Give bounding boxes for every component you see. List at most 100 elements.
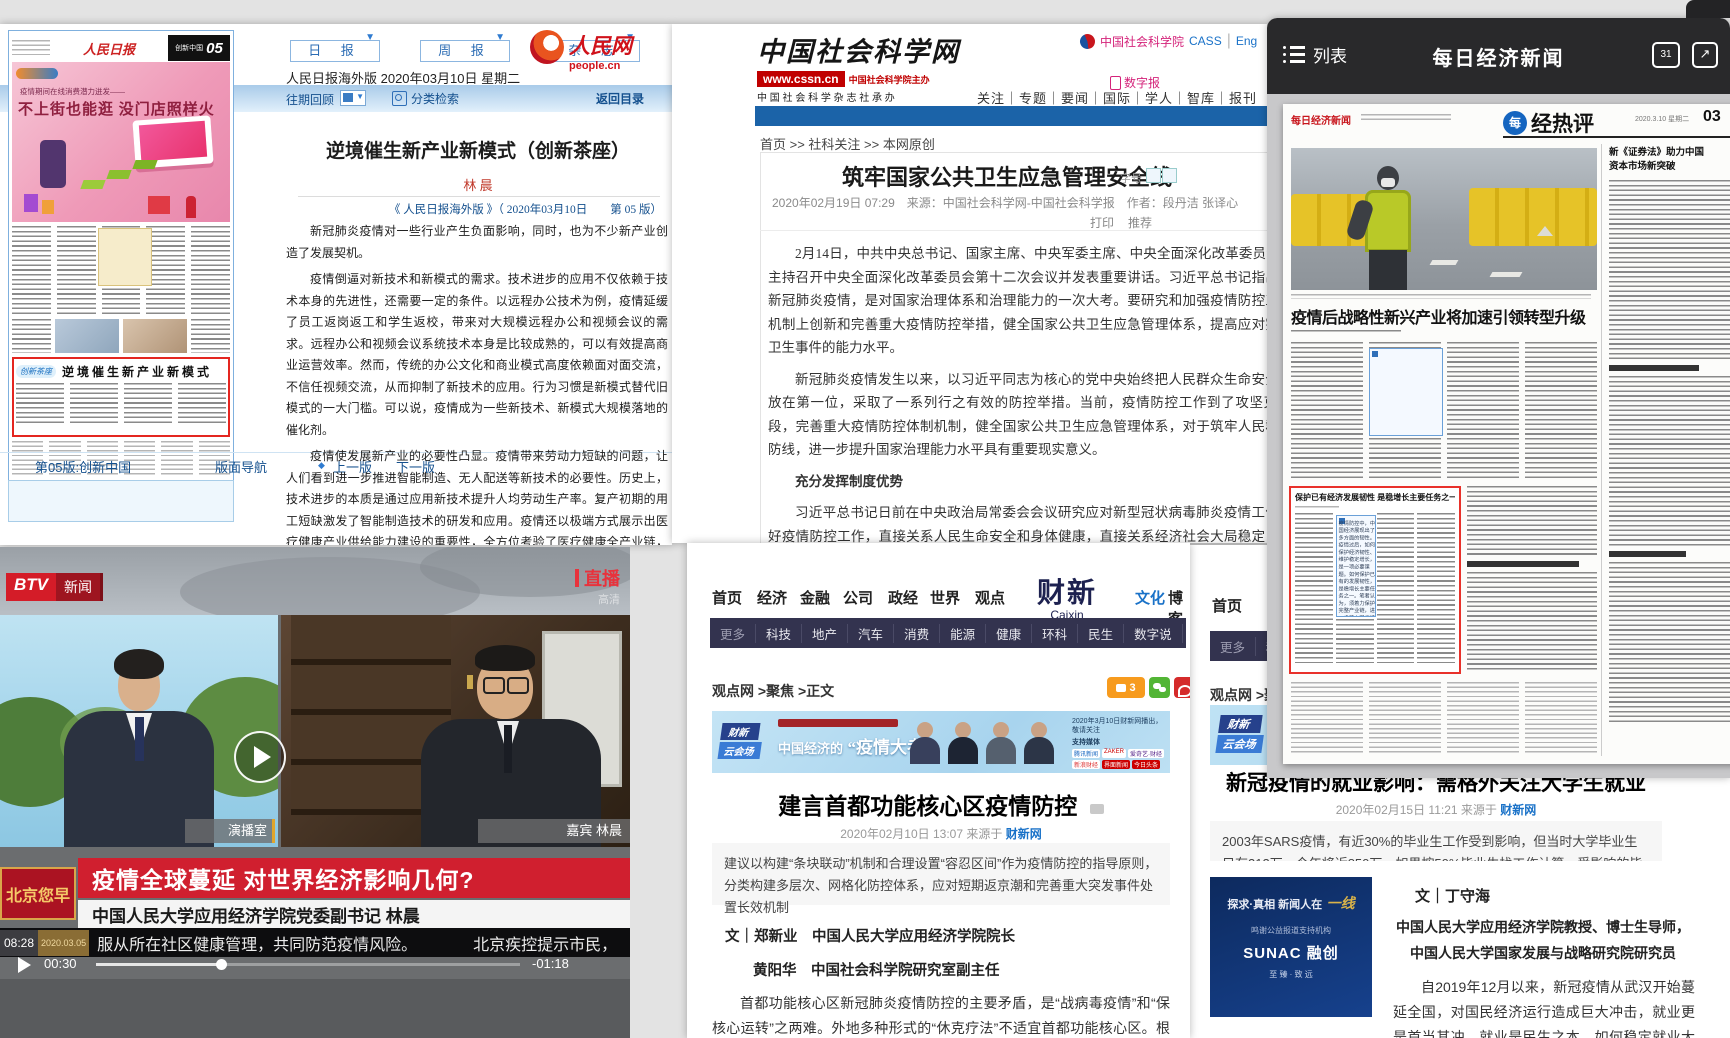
caixin-nav-world[interactable]: 世界 [930, 587, 960, 608]
breadcrumb[interactable]: 首页 >> 社科关注 >> 本网原创 [760, 134, 935, 153]
subnav-health[interactable]: 健康 [985, 624, 1031, 643]
cabinet-key [467, 675, 473, 689]
subnav-env-sci[interactable]: 环科 [1031, 624, 1077, 643]
pd-category-search[interactable]: 分类检索 [392, 90, 459, 107]
pd-issue-picker[interactable]: ▼ [340, 90, 366, 106]
pd-article-body: 新冠肺炎疫情对一些行业产生负面影响，同时，也为不少新产业创造了发展契机。 疫情倒… [286, 221, 668, 545]
pd-edition-line: 人民日报海外版 2020年03月10日 星期二 [286, 68, 520, 87]
pd-dropdown-weekly[interactable]: 周 报 ▼ [420, 40, 510, 62]
calendar-icon[interactable]: 31 [1652, 42, 1680, 68]
np-red-box-article[interactable]: 保护已有经济发展韧性 是稳增长主要任务之一 疫情防控中，中国经济展现出了多方面的… [1289, 486, 1461, 674]
pd-article-title: 逆境催生新产业新模式（创新茶座） [288, 136, 668, 163]
caixin-meta-date: 2020年02月10日 13:07 [840, 827, 963, 841]
cass-org-link[interactable]: 中国社会科学院 [1100, 33, 1184, 50]
player-bottom-area [0, 979, 630, 1038]
chevron-down-icon[interactable]: ▼ [365, 28, 383, 48]
pd-past-issues-link[interactable]: 往期回顾 [286, 91, 334, 108]
caixin-nav-culture[interactable]: 文化 [1135, 587, 1165, 608]
thumb-section-badge: 创新中国 05 [168, 35, 230, 61]
np-red-box-title: 保护已有经济发展韧性 是稳增长主要任务之一 [1295, 492, 1455, 503]
thumb-box-label: 创新茶座 [16, 365, 56, 378]
pd-dropdown-daily[interactable]: 日 报 ▼ [290, 40, 380, 62]
cssn-article-meta: 2020年02月19日 07:29 来源：中国社会科学网-中国社会科学报 作者：… [772, 194, 1238, 211]
thumb-photo-1 [55, 319, 119, 353]
caixin-nav-finance[interactable]: 金融 [800, 587, 830, 608]
video-pane-studio [0, 615, 278, 847]
caixin-meta-site[interactable]: 财新网 [1006, 827, 1042, 841]
share-icon[interactable]: ↗ [1692, 42, 1718, 68]
font-increase-button[interactable] [1146, 168, 1161, 183]
np-masthead-lines [1361, 114, 1451, 122]
caixin-nav-company[interactable]: 公司 [843, 587, 873, 608]
peoples-network-logo[interactable]: 人民网 people.cn [530, 30, 632, 72]
player-progress-thumb[interactable] [216, 959, 227, 970]
recommend-button[interactable]: 推荐 [1128, 214, 1152, 231]
nbd-newspaper-page[interactable]: 每日经济新闻 每 经热评 2020.3.10 星期二 03 [1283, 104, 1730, 764]
subnav-energy[interactable]: 能源 [939, 624, 985, 643]
cssn-site-logo[interactable]: 中国社会科学网 [757, 30, 960, 69]
paragraph: 新冠肺炎疫情发生以来，以习近平同志为核心的党中央始终把人民群众生命安全和身体健康… [768, 368, 1267, 462]
caixin-summary: 建议以构建“条块联动”机制和合理设置“容忍区间”作为疫情防控的指导原则，分类构建… [712, 843, 1170, 905]
comment-count-button[interactable]: 3 [1107, 677, 1145, 698]
caixin-banner[interactable]: 财新 云会场 中国经济的 “疫情大考” 2020年3月10日财新网播出，敬请关注… [712, 711, 1170, 773]
background-window-corner [1686, 0, 1730, 18]
subnav-more[interactable]: 更多 [1210, 637, 1255, 656]
chevron-down-icon[interactable]: ▼ [495, 28, 513, 48]
label-accent-bar [272, 819, 275, 843]
caixin-nav-home[interactable]: 首页 [712, 587, 742, 608]
cssn-nav[interactable]: 关注｜专题｜要闻｜国际｜学人｜智库｜报刊 [957, 88, 1257, 107]
guest-hair [475, 645, 535, 671]
thumb-date-lines [12, 40, 50, 56]
np-right-headline: 新《证券法》助力中国资本市场新突破 [1609, 146, 1713, 174]
pd-page-label: 第05版:创新中国 [35, 457, 131, 476]
play-icon [254, 746, 271, 768]
caixin-logo[interactable]: 财新 Caixin [1037, 571, 1097, 622]
font-decrease-button[interactable] [1162, 168, 1177, 183]
arrow-step-2 [106, 170, 131, 179]
comment-icon[interactable] [1090, 804, 1104, 814]
pd-page-thumbnail[interactable]: 人民日报 创新中国 05 疫情期间在线消费潜力迸发—— 不上街也能逛 没门店照样… [8, 30, 234, 482]
print-button[interactable]: 打印 [1090, 214, 1114, 231]
subnav-tech[interactable]: 科技 [755, 624, 801, 643]
player-remaining-time: -01:18 [532, 956, 569, 971]
road-line-1 [1430, 260, 1459, 265]
caixin-nav-economy[interactable]: 经济 [757, 587, 787, 608]
caixin-subnav[interactable]: 更多 科技 地产 汽车 消费 能源 健康 环科 民生 数字说 比较 中国改革 [710, 618, 1186, 648]
weibo-share-icon[interactable] [1174, 677, 1190, 698]
player-progress-played [96, 963, 222, 966]
wechat-share-icon[interactable] [1149, 677, 1170, 698]
pd-layout-nav[interactable]: 版面导航 [215, 457, 267, 476]
search-icon [392, 91, 407, 106]
play-button[interactable] [234, 731, 286, 783]
pd-back-to-toc-link[interactable]: 返回目录 [596, 90, 644, 107]
subnav-auto[interactable]: 汽车 [847, 624, 893, 643]
subnav-property[interactable]: 地产 [801, 624, 847, 643]
thumb-page-no: 05 [206, 40, 223, 57]
np-red-box-quote-text: 疫情防控中，中国经济展现出了多方面的韧性。疫情过后，如何保护经济韧性、维护稳定增… [1337, 516, 1376, 617]
window-btv-video[interactable]: BTV 新闻 直播 高清 [0, 547, 630, 1038]
cass-en-link[interactable]: CASS [1189, 34, 1222, 48]
caixin2-nav-home[interactable]: 首页 [1212, 595, 1242, 616]
caixin-breadcrumb[interactable]: 观点网 >聚焦 >正文 [712, 681, 834, 701]
btv-logo-bar [100, 573, 103, 601]
caixin2-meta-site[interactable]: 财新网 [1500, 803, 1536, 817]
caixin-nav-politics[interactable]: 政经 [888, 587, 918, 608]
subnav-livelihood[interactable]: 民生 [1077, 624, 1123, 643]
subnav-data[interactable]: 数字说 [1123, 624, 1182, 643]
btv-logo-news: 新闻 [56, 573, 100, 601]
thumb-photo-2 [123, 319, 187, 353]
thumb-highlighted-article[interactable]: 创新茶座 逆境催生新产业新模式 [12, 357, 230, 437]
person-vest [1365, 190, 1411, 252]
caixin-nav-opinion[interactable]: 观点 [975, 587, 1005, 608]
np-body-columns [1291, 342, 1597, 480]
cass-eng-link[interactable]: Eng [1236, 34, 1257, 48]
subnav-more[interactable]: 更多 [710, 624, 755, 643]
player-play-icon[interactable] [18, 957, 31, 973]
subnav-consumer[interactable]: 消费 [893, 624, 939, 643]
live-indicator-bar [575, 569, 579, 587]
program-logo: 北京您早 [0, 867, 76, 920]
subnav-compare[interactable]: 比较 [1182, 624, 1190, 643]
promo-line1: 探求·真相 新闻人在 [1227, 899, 1322, 911]
chevron-down-icon: ▼ [356, 92, 364, 101]
thumb-section-label: 创新中国 [175, 43, 203, 53]
